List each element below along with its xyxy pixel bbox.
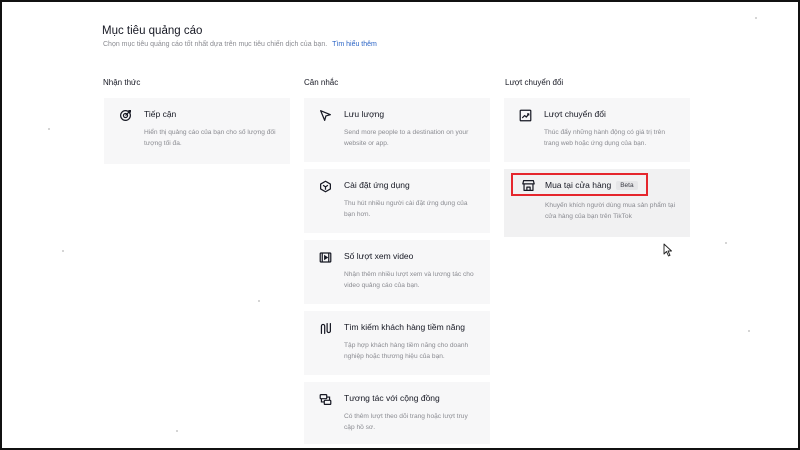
objective-card-lead-generation[interactable]: Tìm kiếm khách hàng tiềm năng Tập hợp kh… [304,311,490,375]
funnel-icon [319,322,332,335]
card-title: Lượt chuyển đổi [544,109,606,119]
speck [725,242,727,244]
speck [176,430,178,432]
cursor-arrow-icon [319,109,332,122]
card-description: Có thêm lượt theo dõi trang hoặc lượt tr… [344,413,468,431]
app-cube-icon [319,180,332,193]
speck [748,330,750,332]
card-title: Tìm kiếm khách hàng tiềm năng [344,322,465,332]
column-heading-awareness: Nhận thức [103,78,141,87]
column-heading-consideration: Cân nhắc [304,78,339,87]
target-icon [119,109,132,122]
video-icon [319,251,332,264]
page-subtitle: Chọn mục tiêu quảng cáo tốt nhất dựa trê… [103,41,377,48]
objective-card-conversions[interactable]: Lượt chuyển đổi Thúc đẩy những hành động… [504,98,690,162]
card-description: Nhận thêm nhiều lượt xem và lương tác ch… [344,271,474,289]
speck [755,17,757,19]
speck [258,300,260,302]
page-title: Mục tiêu quảng cáo [102,25,203,37]
card-title: Tiếp cận [144,109,177,119]
community-icon [319,393,332,406]
card-title: Tương tác với cộng đồng [344,393,440,403]
card-description: Khuyến khích người dùng mua sản phẩm tại… [545,202,676,220]
objective-card-app-install[interactable]: Cài đặt ứng dụng Thu hút nhiều người cài… [304,169,490,233]
speck [62,250,64,252]
card-description: Send more people to a destination on you… [344,129,469,147]
objective-card-video-views[interactable]: Số lượt xem video Nhận thêm nhiều lượt x… [304,240,490,304]
card-description: Hiển thị quảng cáo của bạn cho số lượng … [144,129,276,147]
highlight-box [511,173,648,196]
card-description: Thu hút nhiều người cài đặt ứng dụng của… [344,200,468,218]
chart-up-icon [519,109,532,122]
card-title: Cài đặt ứng dụng [344,180,410,190]
card-description: Thúc đẩy những hành động có giá trị trên… [544,129,665,147]
column-heading-conversion: Lượt chuyển đổi [505,78,564,87]
card-title: Số lượt xem video [344,251,414,261]
card-title: Lưu lượng [344,109,385,119]
mouse-cursor-icon [663,243,673,257]
subtitle-text: Chọn mục tiêu quảng cáo tốt nhất dựa trê… [103,41,328,48]
objective-card-reach[interactable]: Tiếp cận Hiển thị quảng cáo của bạn cho … [104,98,290,164]
speck [48,128,50,130]
learn-more-link[interactable]: Tìm hiểu thêm [332,41,377,48]
objective-card-community-interaction[interactable]: Tương tác với cộng đồng Có thêm lượt the… [304,382,490,444]
card-description: Tập hợp khách hàng tiềm năng cho doanh n… [344,342,469,360]
objective-card-traffic[interactable]: Lưu lượng Send more people to a destinat… [304,98,490,162]
